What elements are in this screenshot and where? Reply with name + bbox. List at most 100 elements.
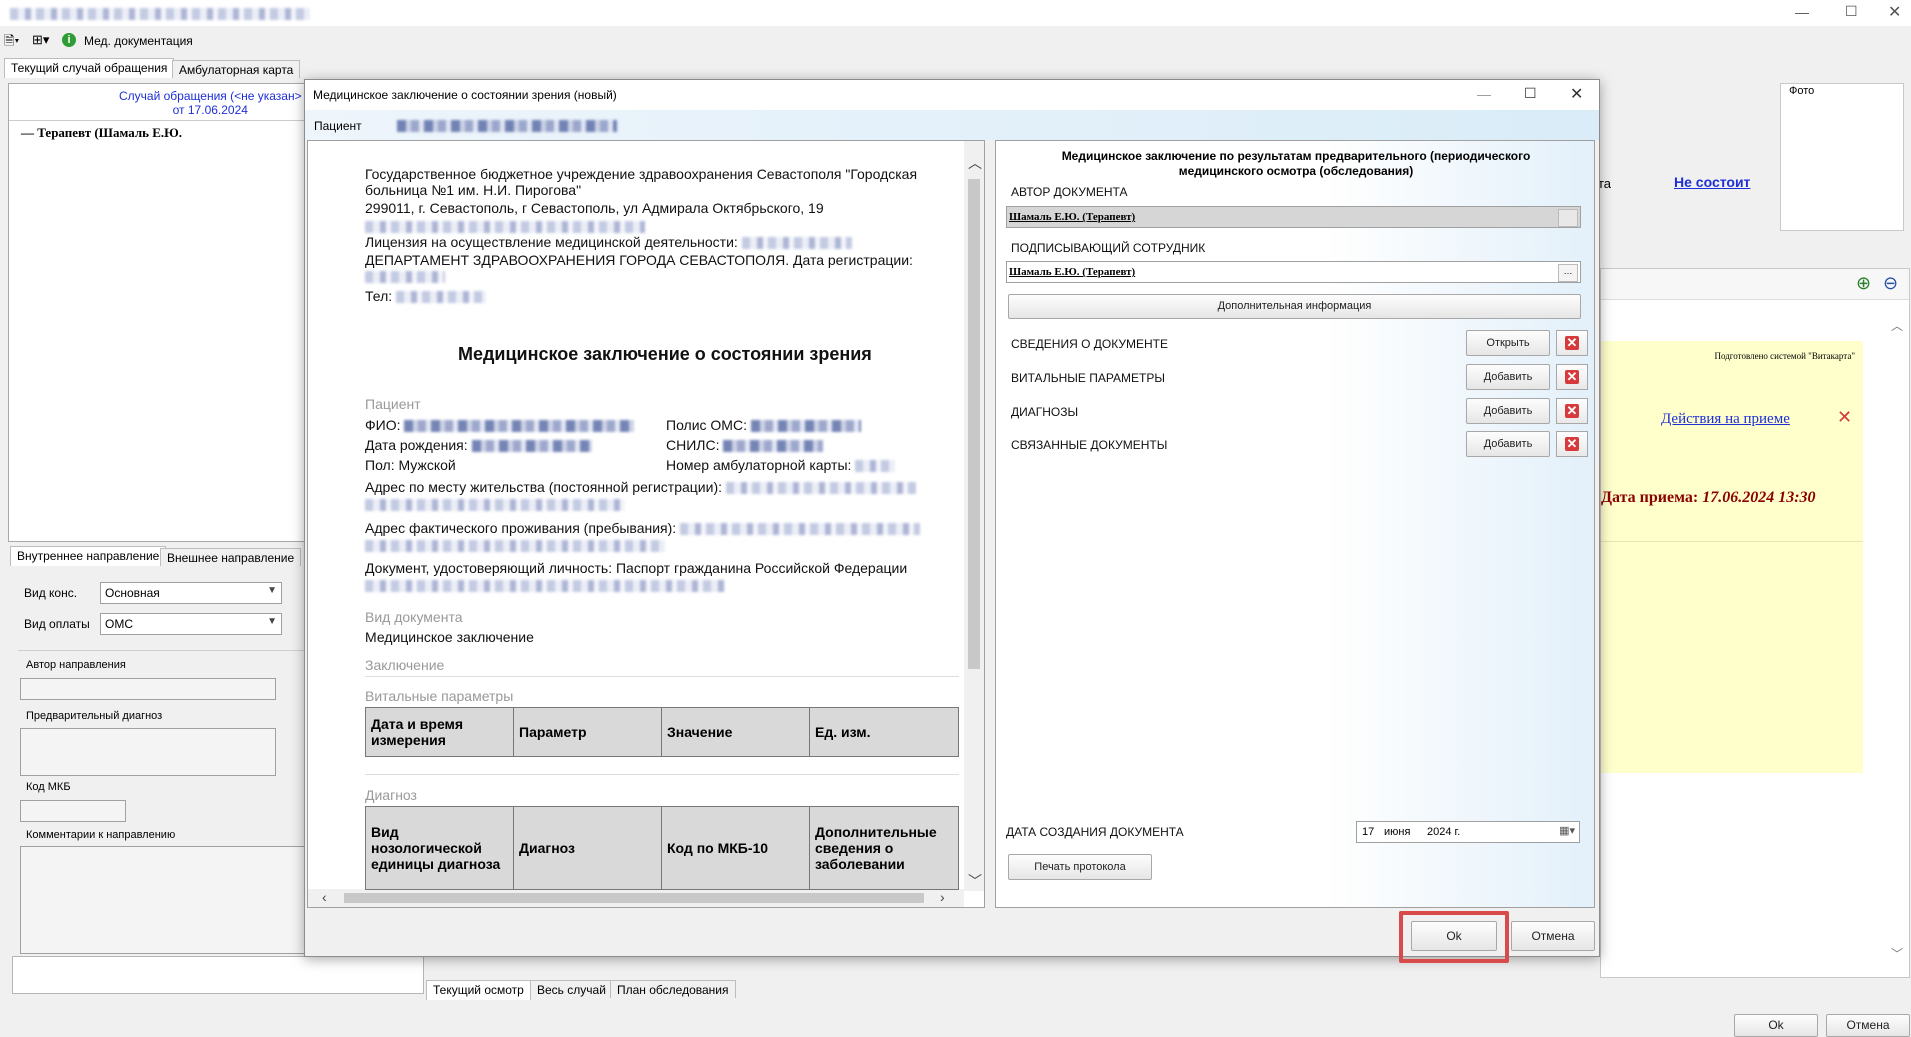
doc-horizontal-scrollbar[interactable]: ‹ ›: [308, 889, 964, 907]
phone-line: Тел:: [365, 288, 487, 304]
scroll-down-arrow[interactable]: ﹀: [1891, 945, 1903, 962]
address-registration-line: Адрес по месту жительства (постоянной ре…: [365, 479, 916, 495]
dialog-close-icon[interactable]: ✕: [1570, 84, 1583, 104]
zoom-out-icon[interactable]: ⊖: [1883, 273, 1898, 294]
mkb-code-field[interactable]: [20, 800, 126, 822]
doc-type-value: Медицинское заключение: [365, 629, 534, 645]
author-label: АВТОР ДОКУМЕНТА: [1011, 185, 1128, 199]
delete-icon: ✕: [1565, 369, 1579, 384]
photo-box: Фото: [1780, 83, 1904, 231]
zoom-in-icon[interactable]: ⊕: [1856, 273, 1871, 294]
vid-oplaty-label: Вид оплаты: [24, 617, 90, 631]
fio-line: ФИО:: [365, 417, 635, 433]
doc-vertical-scrollbar[interactable]: ︿ ﹀: [964, 141, 984, 891]
actions-link[interactable]: Действия на приеме: [1661, 411, 1790, 428]
delete-icon: ✕: [1565, 403, 1579, 418]
author-field[interactable]: Шамаль Е.Ю. (Терапевт): [1006, 206, 1581, 228]
conclusion-label: Заключение: [365, 657, 445, 673]
comments-label: Комментарии к направлению: [26, 829, 176, 841]
delete-related-doc-button[interactable]: ✕: [1556, 431, 1588, 457]
prelim-diagnosis-field[interactable]: [20, 728, 276, 776]
visit-note: Подготовлено системой "Витакарта" Действ…: [1601, 341, 1863, 773]
chevron-down-icon: ▼: [267, 585, 277, 596]
vid-oplaty-select[interactable]: ОМС ▼: [100, 613, 282, 635]
table-header-cell: Значение: [661, 707, 810, 757]
dialog-ok-button[interactable]: Ok: [1411, 921, 1497, 951]
info-icon[interactable]: i: [62, 33, 76, 47]
vitals-table: Дата и время измерения Параметр Значение…: [365, 707, 959, 757]
delete-icon: ✕: [1565, 335, 1579, 350]
open-document-info-button[interactable]: Открыть: [1466, 330, 1550, 356]
vitals-label: Витальные параметры: [365, 688, 514, 704]
tab-current-case[interactable]: Текущий случай обращения: [4, 58, 175, 78]
doc-scroll-thumb[interactable]: [968, 179, 980, 669]
tab-external-direction[interactable]: Внешнее направление: [160, 548, 302, 566]
tab-outpatient-card[interactable]: Амбулаторная карта: [172, 60, 301, 78]
row-label-vitals: ВИТАЛЬНЫЕ ПАРАМЕТРЫ: [1011, 371, 1165, 385]
tab-whole-case[interactable]: Весь случай: [530, 980, 613, 998]
org-name: Государственное бюджетное учреждение здр…: [365, 166, 918, 198]
dialog-minimize-icon[interactable]: —: [1477, 86, 1491, 102]
document-heading: Медицинское заключение о состоянии зрени…: [458, 344, 872, 364]
author-picker-button[interactable]: [1558, 209, 1578, 227]
creation-date-label: ДАТА СОЗДАНИЯ ДОКУМЕНТА: [1006, 825, 1184, 839]
signer-label: ПОДПИСЫВАЮЩИЙ СОТРУДНИК: [1011, 241, 1206, 255]
extra-info-button[interactable]: Дополнительная информация: [1008, 294, 1581, 319]
dialog-title: Медицинское заключение о состоянии зрени…: [313, 88, 617, 102]
form-panel: Медицинское заключение по результатам пр…: [995, 140, 1595, 908]
minimize-icon[interactable]: —: [1795, 4, 1809, 20]
add-diagnosis-button[interactable]: Добавить: [1466, 398, 1550, 424]
signer-picker-button[interactable]: …: [1558, 264, 1578, 282]
delete-document-info-button[interactable]: ✕: [1556, 330, 1588, 356]
patient-bar: Пациент: [305, 110, 1599, 140]
document-menu-icon[interactable]: 🗎▾: [4, 32, 19, 54]
close-icon[interactable]: ✕: [1888, 2, 1901, 22]
delete-diagnosis-button[interactable]: ✕: [1556, 398, 1588, 424]
print-protocol-button[interactable]: Печать протокола: [1008, 854, 1152, 880]
oms-line: Полис ОМС:: [666, 417, 861, 433]
dialog-maximize-icon[interactable]: ☐: [1524, 85, 1537, 102]
main-ok-button[interactable]: Ok: [1734, 1014, 1818, 1037]
dialog-titlebar: Медицинское заключение о состоянии зрени…: [305, 80, 1599, 110]
prelim-diagnosis-label: Предварительный диагноз: [26, 710, 163, 722]
tab-exam-plan[interactable]: План обследования: [610, 980, 736, 998]
grid-menu-icon[interactable]: ⊞▾: [32, 32, 49, 48]
photo-label: Фото: [1789, 85, 1815, 97]
creation-date-picker[interactable]: 17 июня 2024 г. ▦▾: [1356, 821, 1580, 843]
med-docs-menu[interactable]: Мед. документация: [84, 34, 193, 48]
table-header-cell: Код по МКБ-10: [661, 806, 810, 890]
main-cancel-button[interactable]: Отмена: [1826, 1014, 1910, 1037]
chevron-down-icon: ▼: [267, 616, 277, 627]
tree-item-therapist[interactable]: — Терапевт (Шамаль Е.Ю.: [21, 125, 182, 141]
table-header-cell: Дата и время измерения: [365, 707, 514, 757]
table-row: Дата и время измерения Параметр Значение…: [365, 707, 959, 757]
maximize-icon[interactable]: ☐: [1845, 3, 1858, 20]
table-header-cell: Вид нозологической единицы диагноза: [365, 806, 514, 890]
calendar-icon[interactable]: ▦▾: [1559, 824, 1575, 837]
tab-internal-direction[interactable]: Внутреннее направление: [10, 546, 167, 566]
table-header-cell: Параметр: [513, 707, 662, 757]
author-direction-field[interactable]: [20, 678, 276, 700]
add-vitals-button[interactable]: Добавить: [1466, 364, 1550, 390]
status-link[interactable]: Не состоит: [1674, 174, 1750, 190]
table-header-cell: Дополнительные сведения о заболевании: [809, 806, 959, 890]
mkb-code-label: Код МКБ: [26, 781, 71, 793]
dialog-cancel-button[interactable]: Отмена: [1511, 921, 1595, 951]
case-link[interactable]: Случай обращения (<не указан> от 17.06.2…: [119, 89, 302, 117]
signer-field[interactable]: Шамаль Е.Ю. (Терапевт) …: [1006, 261, 1581, 283]
vid-kons-select[interactable]: Основная ▼: [100, 582, 282, 604]
patient-name-redacted: [397, 120, 617, 132]
add-related-doc-button[interactable]: Добавить: [1466, 431, 1550, 457]
right-content-area: ⊕ ⊖ ︿ ﹀ Подготовлено системой "Витакарта…: [1600, 268, 1910, 978]
tab-current-exam[interactable]: Текущий осмотр: [426, 980, 531, 1000]
author-direction-label: Автор направления: [26, 659, 126, 671]
address-actual-line: Адрес фактического проживания (пребывани…: [365, 520, 921, 536]
sex-line: Пол: Мужской: [365, 457, 456, 473]
row-label-document-info: СВЕДЕНИЯ О ДОКУМЕНТЕ: [1011, 337, 1168, 351]
scroll-up-arrow[interactable]: ︿: [1891, 317, 1903, 334]
org-address: 299011, г. Севастополь, г Севастополь, у…: [365, 200, 824, 216]
snils-line: СНИЛС:: [666, 437, 824, 453]
delete-icon: ✕: [1565, 436, 1579, 451]
remove-actions-icon[interactable]: ✕: [1837, 407, 1852, 428]
delete-vitals-button[interactable]: ✕: [1556, 364, 1588, 390]
